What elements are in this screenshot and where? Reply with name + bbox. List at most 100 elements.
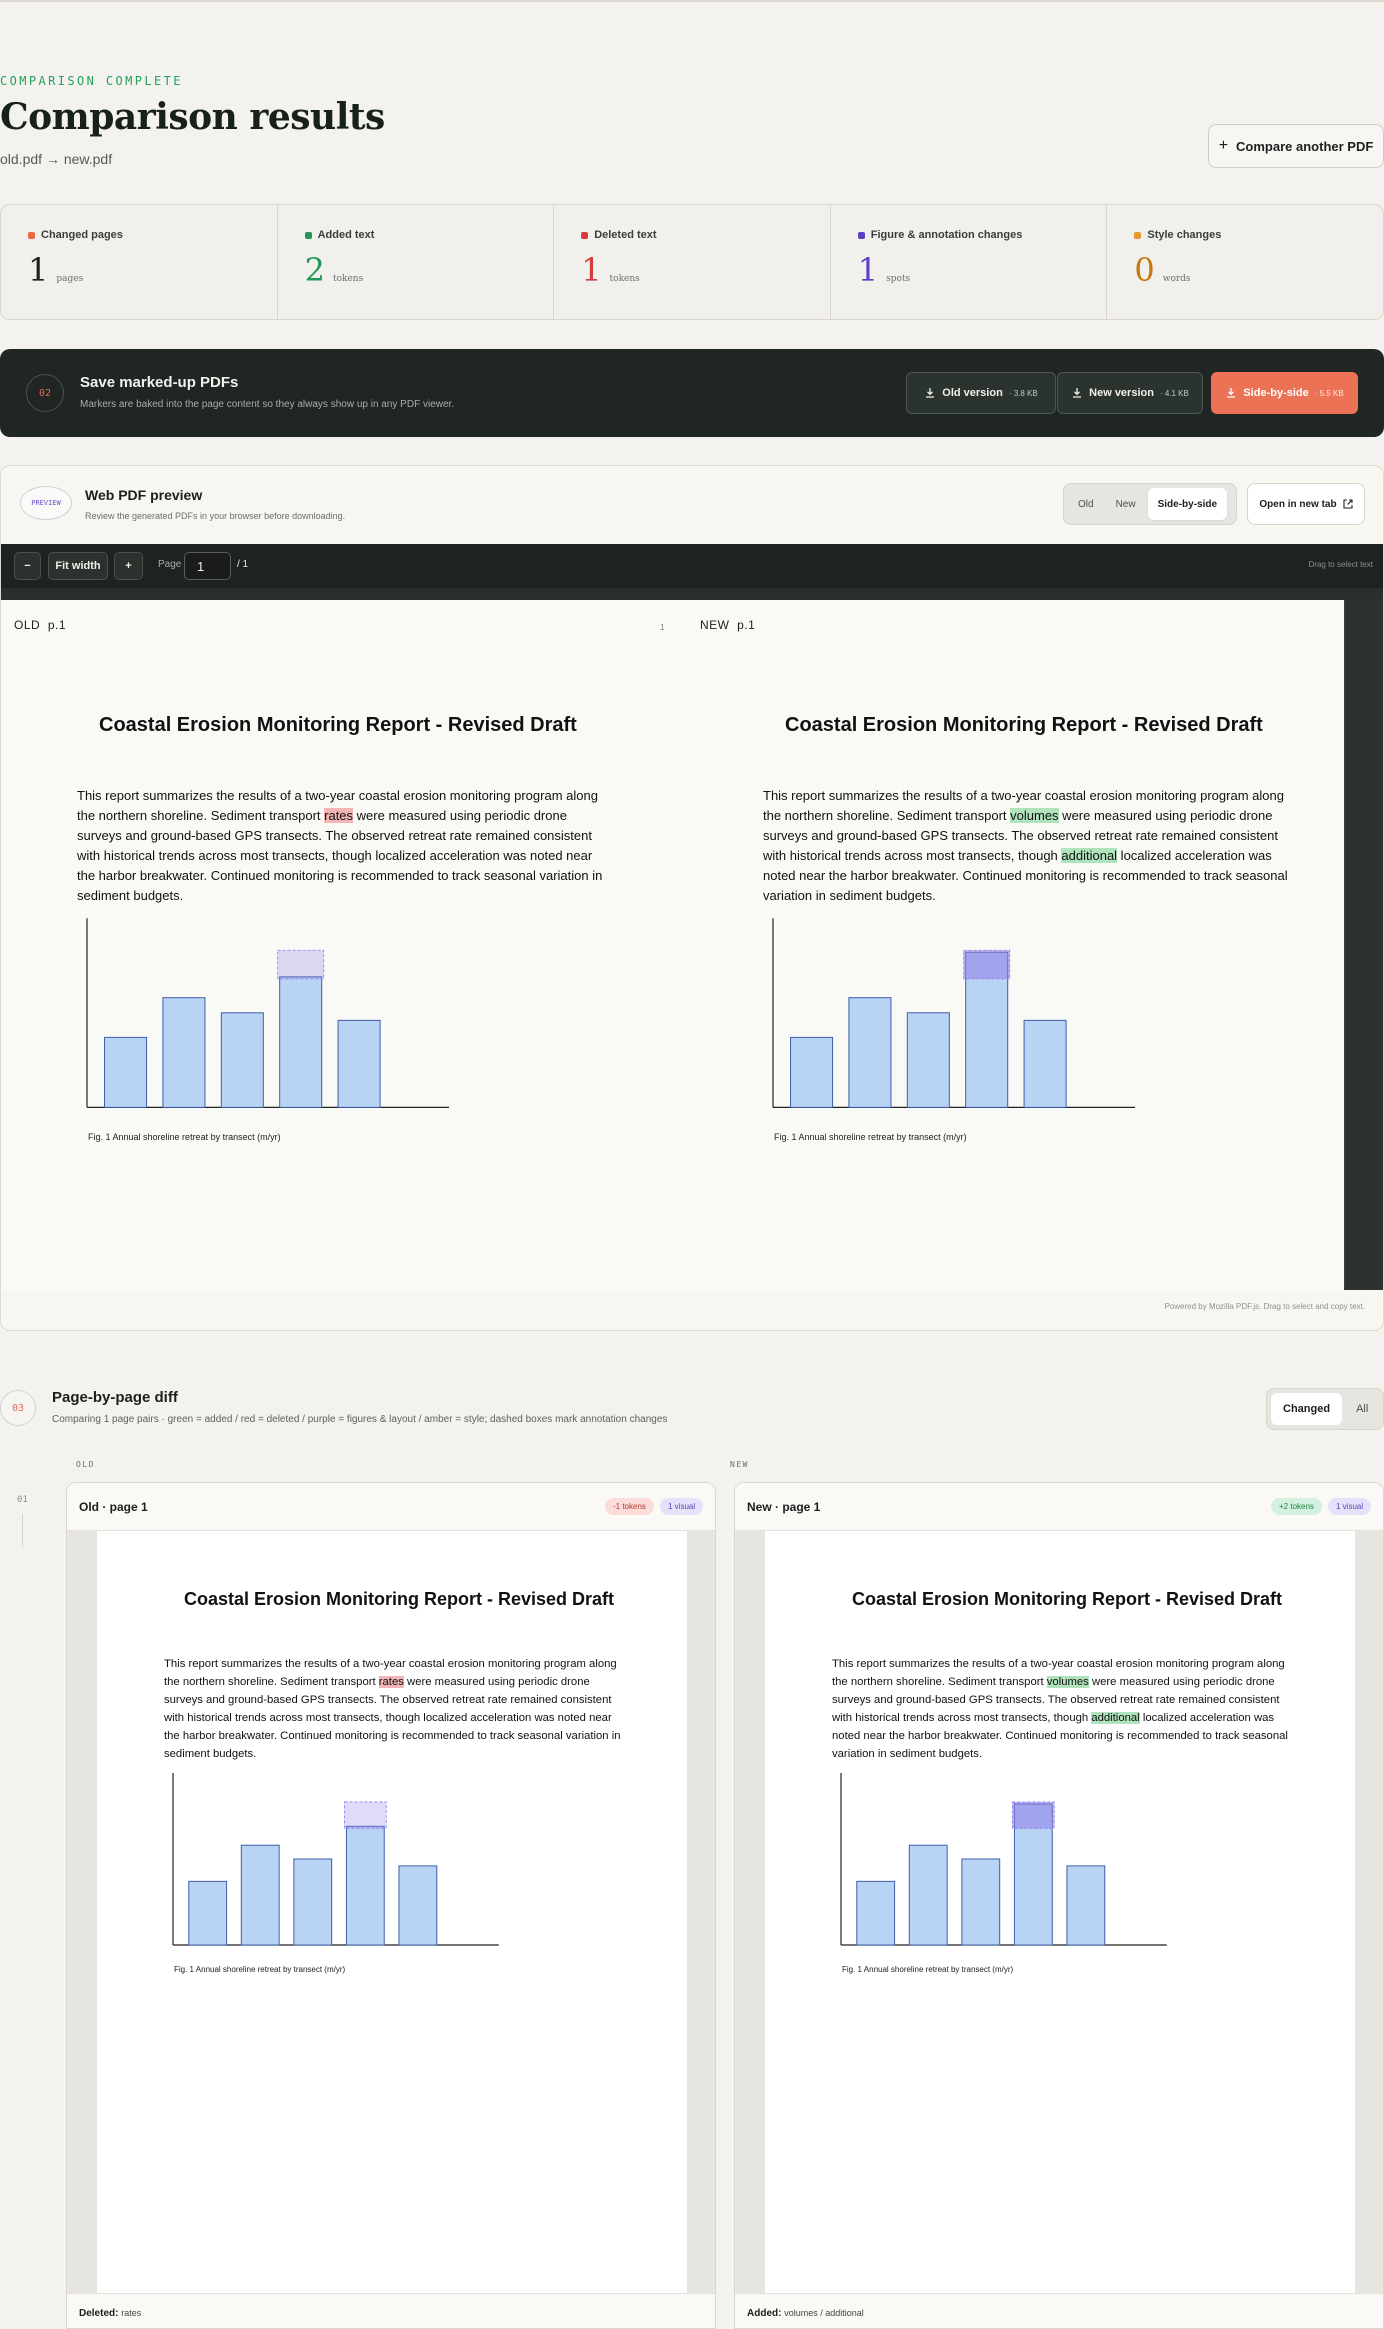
- chart-bar: [398, 1865, 438, 1946]
- web-preview-panel: PREVIEW Web PDF preview Review the gener…: [0, 465, 1384, 1331]
- old-page-label: OLD p.1: [14, 618, 67, 632]
- stat-deleted-text: Deleted text 1 tokens: [554, 205, 831, 319]
- new-figure: [840, 1773, 1167, 1946]
- paragraph-line: the harbor breakwater. Continued monitor…: [77, 868, 603, 883]
- stat-label: Added text: [317, 229, 375, 241]
- arrow-right-icon: →: [45, 151, 60, 167]
- figure-change-marker: [277, 949, 325, 980]
- stat-value: 0: [1134, 251, 1155, 289]
- paragraph-line: surveys and ground-based GPS transects. …: [763, 828, 1278, 843]
- chart-bar: [856, 1880, 896, 1946]
- chart-bar: [162, 997, 206, 1108]
- external-link-icon: [1343, 499, 1353, 509]
- paragraph-line: This report summarizes the results of a …: [832, 1658, 1285, 1670]
- pdfjs-credit: Powered by Mozilla PDF.js. Drag to selec…: [1164, 1302, 1365, 1311]
- stat-unit: words: [1162, 274, 1191, 284]
- fit-width-button[interactable]: Fit width: [48, 552, 108, 580]
- chart-bar: [345, 1825, 385, 1946]
- filter-changed[interactable]: Changed: [1271, 1393, 1343, 1425]
- pagediff-subtitle: Comparing 1 page pairs · green = added /…: [52, 1414, 668, 1425]
- added-label: Added:: [747, 2308, 782, 2319]
- filter-all[interactable]: All: [1344, 1393, 1380, 1425]
- card-page-area[interactable]: Coastal Erosion Monitoring Report - Revi…: [735, 1531, 1383, 2293]
- mode-new[interactable]: New: [1106, 488, 1146, 520]
- paragraph-line: noted near the harbor breakwater. Contin…: [763, 868, 1288, 883]
- paragraph-line: This report summarizes the results of a …: [164, 1658, 617, 1670]
- new-page-card: New · page 1 +2 tokens 1 visual Coastal …: [734, 1482, 1384, 2329]
- chart-bar: [1023, 1019, 1067, 1108]
- stat-label: Style changes: [1147, 229, 1222, 241]
- chart-bar: [1066, 1865, 1106, 1946]
- token-count-badge: -1 tokens: [605, 1498, 654, 1515]
- download-old-size: · 3.8 KB: [1008, 388, 1038, 398]
- card-footer: Added: volumes / additional: [735, 2293, 1383, 2328]
- viewer-scrollbar[interactable]: [1344, 600, 1383, 1290]
- new-figure-caption: Fig. 1 Annual shoreline retreat by trans…: [774, 1132, 967, 1142]
- orange-dot-icon: [28, 231, 35, 239]
- chart-bar: [293, 1858, 333, 1946]
- stat-value: 1: [581, 251, 602, 289]
- paragraph-line: with historical trends across most trans…: [77, 848, 593, 863]
- visual-count-badge: 1 visual: [660, 1498, 704, 1515]
- pdf-page[interactable]: OLD p.1 1 NEW p.1 Coastal Erosion Monito…: [1, 600, 1344, 1290]
- card-header: Old · page 1 -1 tokens 1 visual: [67, 1483, 715, 1531]
- download-new-size: · 4.1 KB: [1159, 388, 1189, 398]
- top-divider: [0, 0, 1384, 2]
- download-new-label: New version: [1089, 387, 1154, 399]
- stat-added-text: Added text 2 tokens: [278, 205, 555, 319]
- paragraph-line: the northern shoreline. Sediment transpo…: [164, 1676, 590, 1688]
- open-in-new-tab-label: Open in new tab: [1259, 498, 1337, 510]
- token-count-badge: +2 tokens: [1271, 1498, 1322, 1515]
- paragraph-line: variation in sediment budgets.: [763, 888, 936, 903]
- page-marker: 1: [660, 623, 665, 632]
- page-title: Comparison results: [0, 96, 385, 138]
- old-figure: [172, 1773, 499, 1946]
- download-old-button[interactable]: Old version · 3.8 KB: [906, 372, 1056, 414]
- chart-bar: [279, 976, 323, 1108]
- preview-subtitle: Review the generated PDFs in your browse…: [85, 511, 346, 521]
- download-side-by-side-button[interactable]: Side-by-side · 5.5 KB: [1211, 372, 1358, 414]
- row-connector: [22, 1514, 23, 1547]
- chart-bar: [848, 997, 892, 1108]
- download-old-label: Old version: [942, 387, 1003, 399]
- page-number-input[interactable]: 1: [184, 552, 231, 580]
- stat-label: Deleted text: [594, 229, 657, 241]
- stat-figure-changes: Figure & annotation changes 1 spots: [831, 205, 1108, 319]
- download-icon: [1227, 388, 1236, 398]
- figure-change-marker: [963, 949, 1011, 980]
- new-doc-title: Coastal Erosion Monitoring Report - Revi…: [852, 1589, 1283, 1609]
- pagediff-filter-toggle: Changed All: [1266, 1388, 1384, 1430]
- amber-dot-icon: [1134, 231, 1142, 239]
- card-page-area[interactable]: Coastal Erosion Monitoring Report - Revi…: [67, 1531, 715, 2293]
- status-eyebrow: COMPARISON COMPLETE: [0, 74, 183, 88]
- zoom-out-button[interactable]: −: [14, 552, 41, 580]
- chart-bar: [240, 1844, 280, 1946]
- compare-another-button[interactable]: + Compare another PDF: [1208, 124, 1384, 168]
- old-column-label: OLD: [76, 1460, 95, 1469]
- open-in-new-tab-button[interactable]: Open in new tab: [1247, 483, 1365, 525]
- pdf-viewer[interactable]: OLD p.1 1 NEW p.1 Coastal Erosion Monito…: [1, 588, 1383, 1290]
- new-doc-title: Coastal Erosion Monitoring Report - Revi…: [785, 714, 1263, 736]
- zoom-in-button[interactable]: +: [114, 552, 143, 580]
- added-token: additional: [1091, 1712, 1140, 1724]
- green-dot-icon: [304, 231, 312, 239]
- card-title: New · page 1: [747, 1500, 821, 1514]
- save-subtitle: Markers are baked into the page content …: [80, 399, 455, 410]
- old-page-render: Coastal Erosion Monitoring Report - Revi…: [97, 1531, 687, 2293]
- chart-bar: [188, 1880, 228, 1946]
- download-icon: [1073, 388, 1082, 398]
- paragraph-line: surveys and ground-based GPS transects. …: [164, 1694, 612, 1706]
- step-badge: 02: [26, 374, 64, 412]
- chart-bar: [337, 1019, 381, 1108]
- chart-bar: [220, 1012, 264, 1108]
- download-side-by-side-label: Side-by-side: [1243, 387, 1309, 399]
- stat-value: 1: [28, 251, 49, 289]
- chart-bar: [790, 1036, 834, 1108]
- added-token: volumes: [1010, 808, 1059, 823]
- download-new-button[interactable]: New version · 4.1 KB: [1057, 372, 1203, 414]
- mode-old[interactable]: Old: [1068, 488, 1104, 520]
- stat-style-changes: Style changes 0 words: [1107, 205, 1383, 319]
- stats-panel: Changed pages 1 pages Added text 2 tokens …: [0, 204, 1384, 320]
- mode-side-by-side[interactable]: Side-by-side: [1147, 488, 1228, 520]
- save-title: Save marked-up PDFs: [80, 374, 239, 391]
